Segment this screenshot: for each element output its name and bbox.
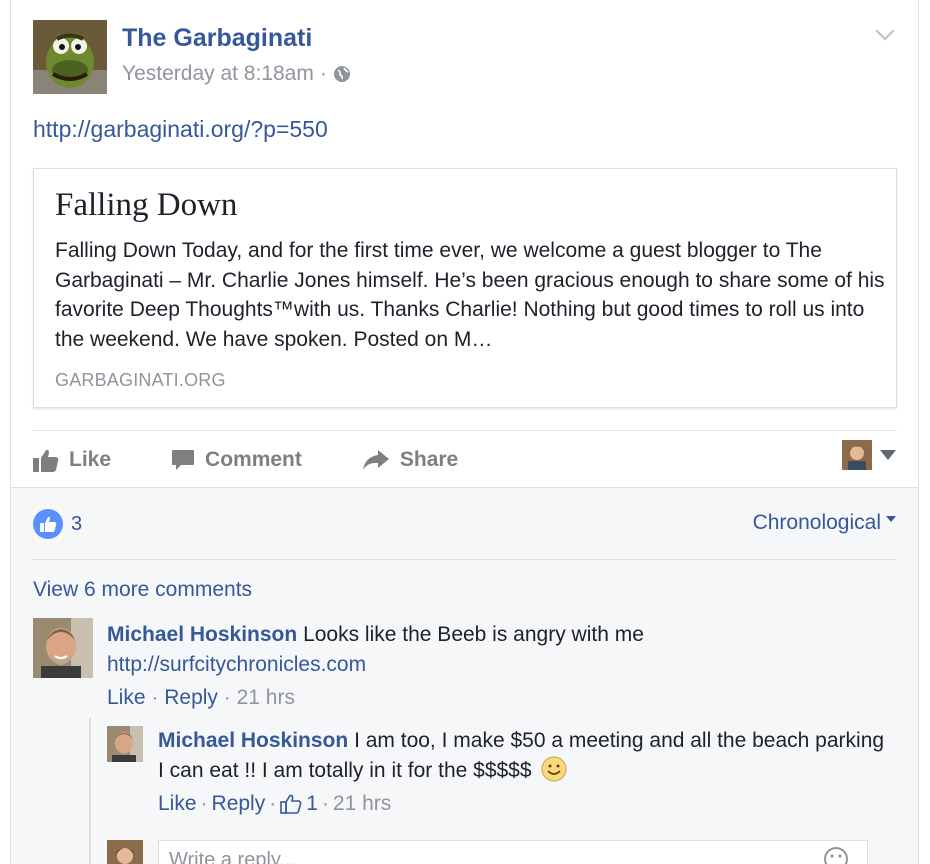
preview-title: Falling Down: [55, 187, 238, 223]
reply-thread-line: [89, 718, 91, 864]
comment-time[interactable]: 21 hrs: [237, 686, 295, 709]
comment-text: Looks like the Beeb is angry with me: [303, 623, 644, 646]
post-link[interactable]: http://garbaginati.org/?p=550: [33, 116, 328, 143]
comment-reply-button[interactable]: Reply: [164, 686, 218, 709]
post-as-selector[interactable]: [842, 440, 896, 470]
meta-separator: ·: [319, 62, 327, 85]
page-avatar[interactable]: [33, 20, 107, 94]
view-more-comments[interactable]: View 6 more comments: [33, 578, 252, 602]
reply-body: Michael Hoskinson I am too, I make $50 a…: [158, 726, 888, 785]
comment-order-dropdown[interactable]: Chronological: [753, 511, 896, 535]
caret-down-icon: [886, 516, 896, 522]
meta-separator: ·: [151, 686, 159, 709]
like-reaction-icon: [33, 509, 63, 539]
like-button[interactable]: Like: [33, 448, 111, 472]
preview-domain: GARBAGINATI.ORG: [55, 370, 226, 390]
commenter-avatar[interactable]: [33, 618, 93, 678]
post-card: The Garbaginati Yesterday at 8:18am · ht…: [10, 0, 919, 864]
comment-author[interactable]: Michael Hoskinson: [107, 623, 297, 646]
comment-icon: [172, 450, 195, 470]
divider: [33, 430, 897, 431]
divider: [33, 559, 897, 560]
caret-down-icon: [880, 450, 896, 460]
comment-like-button[interactable]: Like: [107, 686, 146, 709]
meta-separator: ·: [269, 792, 277, 815]
share-label: Share: [399, 448, 459, 471]
action-bar: Like Comment Share: [33, 443, 518, 477]
post-timestamp[interactable]: Yesterday at 8:18am: [122, 62, 314, 86]
comment-reply-button[interactable]: Reply: [212, 792, 266, 816]
commenter-avatar[interactable]: [107, 726, 143, 762]
comment-body: Michael Hoskinson Looks like the Beeb is…: [107, 620, 887, 679]
reactions-summary[interactable]: 3: [33, 509, 82, 539]
like-label: Like: [69, 448, 112, 471]
globe-icon[interactable]: [333, 65, 351, 83]
meta-separator: ·: [200, 792, 208, 815]
comment-like-button[interactable]: Like: [158, 792, 197, 816]
meta-separator: ·: [223, 686, 231, 709]
share-icon: [362, 450, 389, 470]
actor-avatar: [842, 440, 872, 470]
current-user-avatar: [107, 840, 143, 864]
post-meta: Yesterday at 8:18am ·: [122, 62, 351, 86]
comment-time[interactable]: 21 hrs: [333, 792, 391, 816]
comment-actions: Like · Reply · 21 hrs: [107, 686, 295, 710]
thumbs-up-icon: [280, 794, 302, 814]
meta-separator: ·: [321, 792, 329, 815]
link-preview-card[interactable]: Falling Down Falling Down Today, and for…: [33, 168, 897, 408]
comment-label: Comment: [205, 448, 302, 471]
comment-order-label: Chronological: [752, 511, 881, 534]
reply-input[interactable]: [158, 840, 868, 864]
page-name[interactable]: The Garbaginati: [122, 24, 312, 53]
comment-author[interactable]: Michael Hoskinson: [158, 729, 348, 752]
emoji-picker-icon[interactable]: [823, 846, 849, 864]
comment-link[interactable]: http://surfcitychronicles.com: [107, 653, 366, 676]
comment-actions: Like · Reply · 1 · 21 hrs: [158, 792, 391, 816]
share-button[interactable]: Share: [362, 448, 458, 472]
reaction-count: 3: [71, 512, 83, 535]
comment-button[interactable]: Comment: [171, 448, 302, 472]
smile-emoji-icon: [541, 756, 567, 781]
comment-like-count[interactable]: 1: [306, 792, 318, 816]
chevron-down-icon[interactable]: [874, 24, 896, 46]
preview-description: Falling Down Today, and for the first ti…: [55, 239, 885, 351]
thumbs-up-icon: [33, 449, 59, 472]
